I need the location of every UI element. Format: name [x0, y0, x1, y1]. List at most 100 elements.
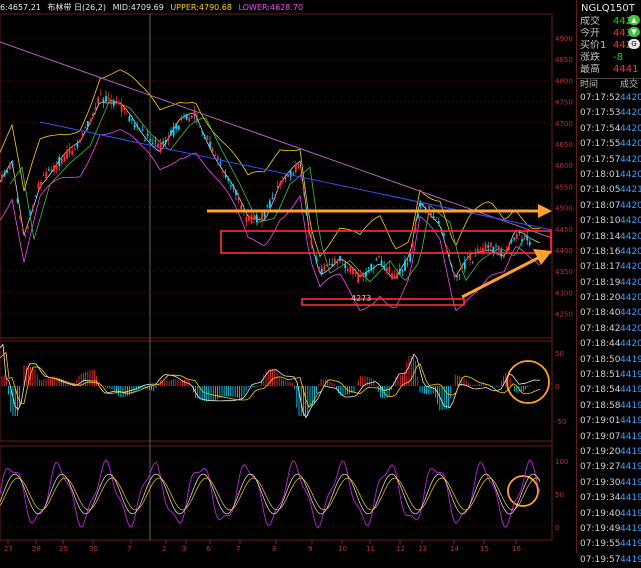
candle-body	[346, 269, 349, 271]
candle-body	[34, 195, 37, 197]
date-axis-label: 14	[450, 545, 459, 553]
tick-price: 4420	[620, 108, 641, 119]
date-axis-label: 29	[59, 545, 68, 553]
quote-label: 买价1	[580, 40, 607, 51]
candle-body	[276, 186, 279, 188]
tick-time: 07:17:53	[580, 108, 621, 119]
tick-row: 07:17:53 4420	[577, 106, 641, 121]
resistance-arrow-head	[538, 204, 552, 218]
tick-row: 07:19:07 4419	[577, 430, 641, 445]
tick-time: 07:19:40	[580, 508, 621, 519]
tick-row: 07:18:51 4419	[577, 368, 641, 383]
candle-body	[63, 156, 66, 162]
candle-body	[16, 198, 19, 203]
tick-time: 07:19:49	[580, 523, 621, 534]
date-axis-label: 9	[308, 545, 312, 553]
candle-body	[105, 96, 107, 102]
candle-body	[102, 99, 105, 103]
quote-row: 涨跌 -8	[577, 52, 641, 64]
tick-price: 4420	[620, 323, 641, 334]
tick-time: 07:19:01	[580, 416, 621, 427]
up-arrow-icon[interactable]: ▲	[628, 15, 640, 25]
candle-body	[388, 266, 391, 273]
tick-time: 07:19:57	[580, 554, 621, 565]
tick-price: 4420	[620, 200, 641, 211]
candle-body	[211, 147, 214, 152]
candle-body	[53, 165, 55, 172]
tick-row: 07:19:57 4419	[577, 553, 641, 568]
candle-body	[73, 147, 76, 149]
candle-body	[432, 216, 435, 219]
candle-body	[24, 234, 27, 236]
macd-indicator	[0, 343, 541, 419]
candle-body	[489, 242, 492, 247]
quote-label: 成交	[580, 16, 600, 27]
downtrend-line	[0, 41, 553, 239]
tick-price: 4419	[620, 462, 641, 473]
tick-time: 07:18:42	[580, 323, 621, 334]
candle-body	[180, 116, 183, 121]
price-axis-label: 4650	[555, 141, 573, 149]
tick-time: 07:17:55	[580, 139, 621, 150]
candle-body	[461, 265, 464, 268]
candle-body	[68, 147, 71, 154]
kd-highlight-circle	[507, 475, 539, 507]
tick-row: 07:19:34 4419	[577, 491, 641, 506]
candle-body	[271, 198, 274, 200]
tick-price: 4420	[620, 308, 641, 319]
tick-price: 4420	[620, 139, 641, 150]
tick-price: 4419	[620, 493, 641, 504]
price-axis-label: 4550	[555, 183, 573, 191]
candle-body	[370, 264, 373, 271]
candle-body	[445, 245, 448, 251]
price-axis-label: 4300	[555, 289, 573, 297]
candle-body	[406, 263, 409, 265]
candle-body	[323, 266, 326, 271]
candle-body	[76, 143, 79, 148]
candle-body	[349, 265, 352, 272]
candle-body	[339, 255, 341, 261]
tick-price: 4419	[620, 400, 641, 411]
candle-body	[118, 102, 120, 104]
price-panel	[0, 13, 553, 339]
lower-value: LOWER:4628.70	[239, 3, 304, 12]
candle-body	[89, 120, 92, 123]
candle-body	[513, 237, 516, 240]
candle-body	[58, 156, 61, 167]
tick-row: 07:19:49 4419	[577, 522, 641, 537]
support-arrow-line	[461, 255, 541, 299]
tick-row: 07:18:07 4420	[577, 199, 641, 214]
candle-body	[463, 261, 466, 270]
tick-list[interactable]: 07:17:52 4420 07:17:53 4420 07:17:54 4420 07:1…	[577, 91, 641, 568]
candle-body	[274, 196, 276, 199]
candle-body	[235, 190, 237, 195]
g-icon[interactable]: G	[628, 39, 640, 49]
tick-price: 4420	[620, 246, 641, 257]
tick-row: 07:19:27 4419	[577, 460, 641, 475]
candle-body	[193, 111, 196, 119]
candle-body	[190, 116, 193, 117]
price-axis-label: 4750	[555, 99, 573, 107]
tick-price: 4420	[620, 169, 641, 180]
candle-body	[456, 275, 458, 278]
tick-price: 4419	[620, 539, 641, 550]
candle-body	[86, 120, 89, 127]
tick-price: 4419	[620, 370, 641, 381]
candle-body	[29, 214, 32, 216]
candle-body	[45, 172, 48, 179]
kline-chart[interactable]: 6:4657.21 布林带 日(26,2) MID:4709.69 UPPER:…	[0, 0, 576, 553]
tick-time: 07:18:14	[580, 231, 621, 242]
low-price-label: 4273	[351, 294, 371, 303]
candle-body	[294, 164, 297, 173]
tick-row: 07:18:50 4419	[577, 353, 641, 368]
candle-body	[487, 245, 490, 248]
candle-body	[144, 140, 146, 142]
candle-body	[495, 245, 497, 247]
candle-body	[198, 124, 201, 126]
down-arrow-icon[interactable]: ▼	[628, 27, 640, 37]
tick-time: 07:18:07	[580, 200, 621, 211]
candle-body	[380, 260, 383, 266]
macd-axis-label: 0	[555, 383, 559, 391]
candle-body	[240, 205, 243, 209]
candle-body	[281, 179, 284, 181]
